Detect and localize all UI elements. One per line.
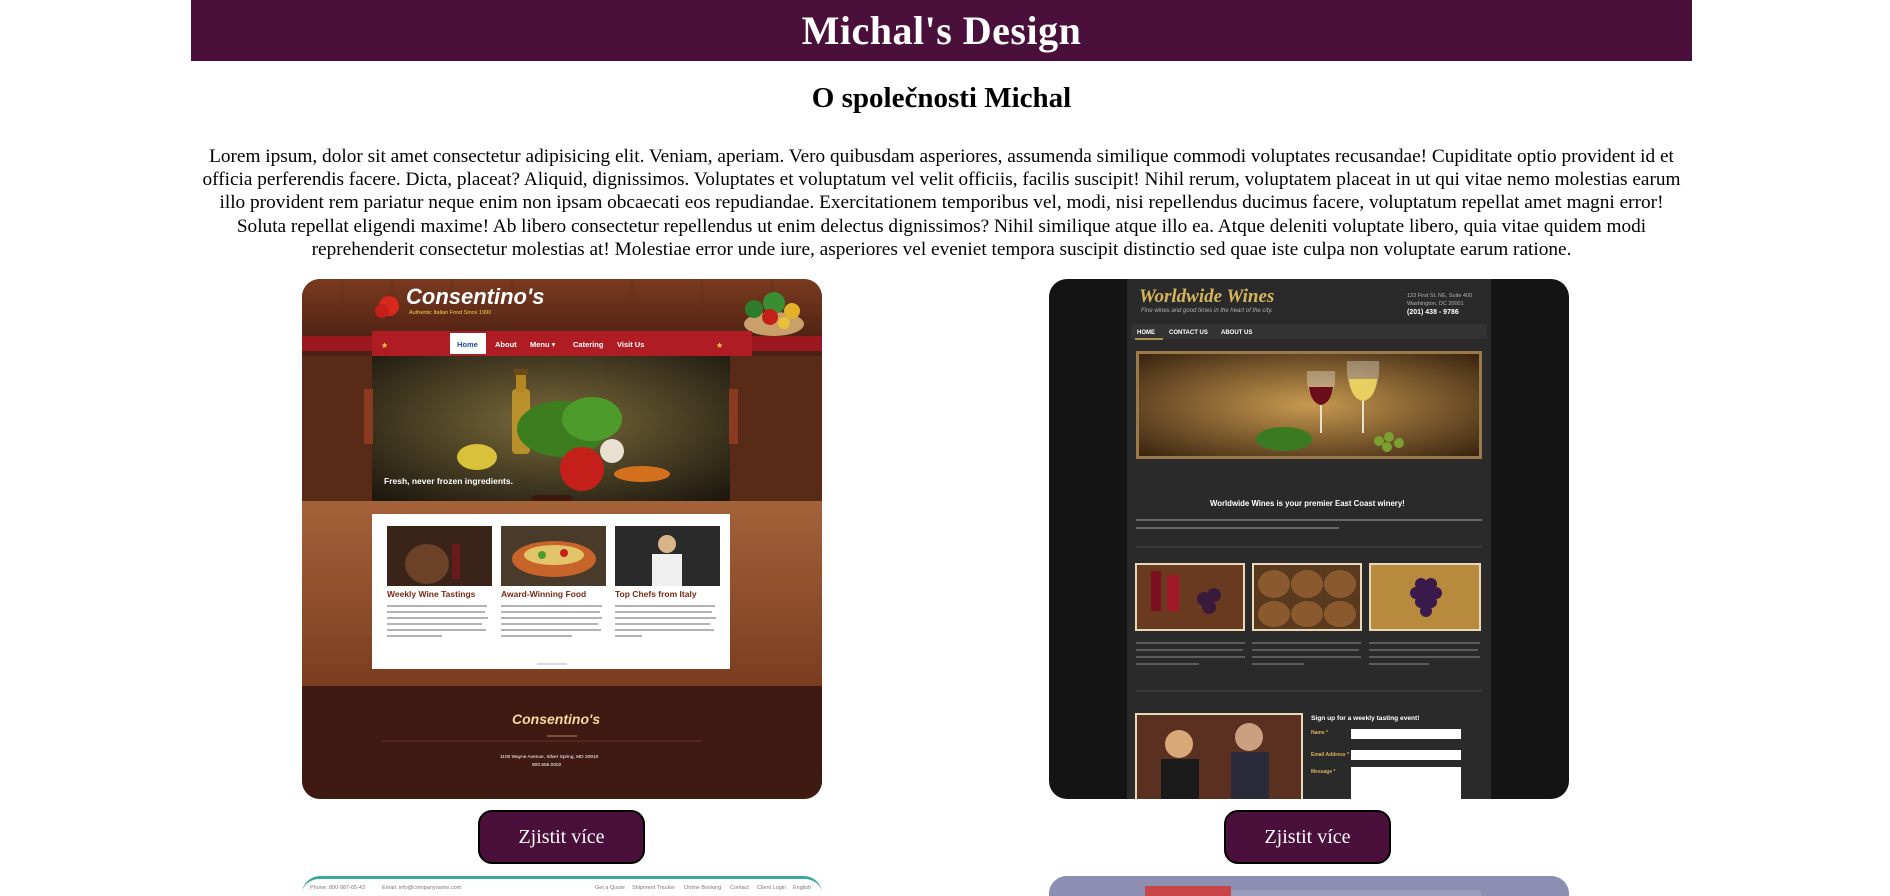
wines-tagline: Fine wines and good times in the heart o… [1141,308,1273,314]
wines-address-2: Washington, DC 20001 [1407,301,1464,307]
next-left-nav-4: Contact [730,885,749,891]
next-left-phone: Phone: 800-987-65-43 [310,885,365,891]
consentinos-nav-menu: Menu ▾ [530,340,556,349]
consentinos-feature-3: Top Chefs from Italy [615,589,697,599]
site-header: Michal's Design [191,0,1692,61]
wines-nav-about: ABOUT US [1221,330,1252,336]
svg-text:★: ★ [716,341,723,350]
next-left-nav-3: Online Booking [684,885,721,891]
wines-address-1: 123 First St. NE, Suite 400 [1407,293,1472,299]
portfolio-card-worldwide-wines: Worldwide Wines Fine wines and good time… [1049,279,1569,799]
consentinos-footer-phone: 800.555.0002 [532,762,562,768]
learn-more-button-worldwide-wines[interactable]: Zjistit více [1224,810,1391,864]
next-right-preview-image [1049,876,1569,896]
next-left-nav-6: English [793,885,811,891]
svg-text:★: ★ [381,341,388,350]
consentinos-feature-2: Award-Winning Food [501,589,586,599]
next-left-nav-5: Client Login [757,885,786,891]
wines-phone: (201) 438 - 9786 [1407,309,1459,316]
next-left-nav-1: Get a Quote [595,885,625,891]
wines-brand: Worldwide Wines [1139,286,1274,307]
wines-form-label-email: Email Address * [1311,752,1349,758]
wines-form-label-name: Name * [1311,730,1328,736]
site-title: Michal's Design [801,8,1082,53]
next-left-nav-2: Shipment Tracker [632,885,675,891]
page: Michal's Design O společnosti Michal Lor… [0,0,1890,896]
consentinos-brand: Consentino's [406,284,544,309]
consentinos-preview-image: Consentino's Authentic Italian Food Sinc… [302,279,822,799]
consentinos-footer-address: 1100 Wayne Avenue, Silver Spring, MD 209… [500,754,599,760]
consentinos-feature-1: Weekly Wine Tastings [387,589,476,599]
consentinos-nav-visit: Visit Us [617,340,644,349]
consentinos-nav-catering: Catering [573,340,604,349]
learn-more-button-consentinos[interactable]: Zjistit více [478,810,645,864]
next-left-preview-image: Phone: 800-987-65-43 Email: info@company… [302,879,822,896]
consentinos-tagline: Authentic Italian Food Since 1990 [409,310,491,316]
wines-form-label-message: Message * [1311,769,1336,775]
worldwide-wines-preview-image: Worldwide Wines Fine wines and good time… [1049,279,1569,799]
consentinos-footer-brand: Consentino's [512,711,600,727]
about-heading: O společnosti Michal [811,82,1072,114]
next-left-email: Email: info@companyname.com [382,885,462,891]
portfolio-card-next-left: Phone: 800-987-65-43 Email: info@company… [302,876,822,896]
wines-signup-title: Sign up for a weekly tasting event! [1311,715,1419,722]
consentinos-nav-home: Home [457,340,478,349]
consentinos-hero-caption: Fresh, never frozen ingredients. [384,476,513,486]
about-text: Lorem ipsum, dolor sit amet consectetur … [202,146,1681,260]
wines-nav-contact: CONTACT US [1169,330,1208,336]
portfolio-card-next-right [1049,876,1569,896]
wines-headline: Worldwide Wines is your premier East Coa… [1210,499,1405,508]
portfolio-card-consentinos: Consentino's Authentic Italian Food Sinc… [302,279,822,799]
consentinos-nav-about: About [495,340,517,349]
wines-nav-home: HOME [1137,330,1155,336]
